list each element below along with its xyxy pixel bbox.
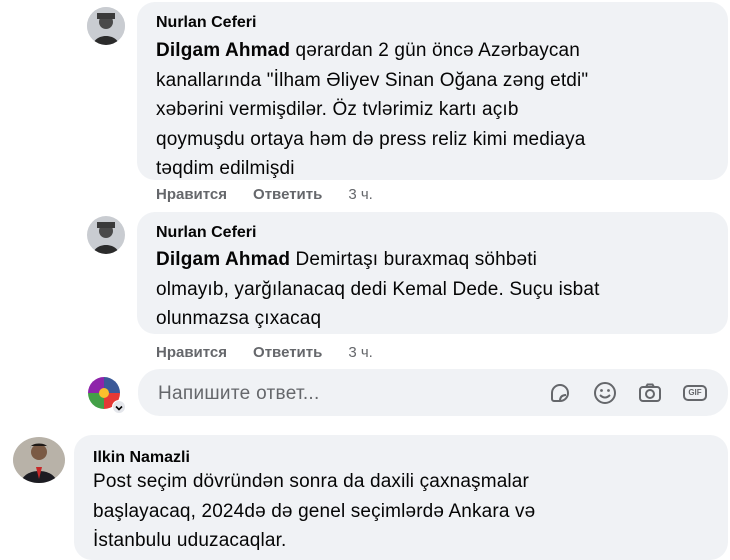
avatar[interactable]: [87, 216, 125, 254]
comment-bubble: Ilkin Namazli Post seçim dövründən sonra…: [74, 435, 728, 560]
reply-button[interactable]: Ответить: [253, 344, 322, 361]
comment-text: Dilgam Ahmad Demirtaşı buraxmaq söhbəti …: [156, 245, 726, 334]
reply-composer: GIF: [138, 369, 728, 418]
comment-line: olmayıb, yarğılanacaq dedi Kemal Dede. S…: [156, 278, 600, 300]
sticker-icon[interactable]: [546, 379, 574, 407]
comment-line: Post seçim dövründən sonra da daxili çax…: [93, 471, 529, 492]
mention-link[interactable]: Dilgam Ahmad: [156, 40, 290, 61]
comment-author[interactable]: Ilkin Namazli: [93, 448, 190, 468]
comment-line: başlayacaq, 2024də də genel seçimlərdə A…: [93, 500, 536, 522]
comment-line: qoymuşdu ortaya həm də press reliz kimi …: [156, 128, 586, 150]
comment-actions: Нравится Ответить 3 ч.: [156, 344, 373, 361]
comment-line: qərardan 2 gün öncə Azərbaycan: [290, 40, 580, 61]
comment-text: Dilgam Ahmad qərardan 2 gün öncə Azərbay…: [156, 36, 726, 184]
comment-author[interactable]: Nurlan Ceferi: [156, 13, 256, 33]
avatar[interactable]: [87, 7, 125, 45]
timestamp[interactable]: 3 ч.: [348, 186, 373, 203]
comment-bubble: Nurlan Ceferi Dilgam Ahmad Demirtaşı bur…: [137, 212, 728, 334]
comment-line: Demirtaşı buraxmaq söhbəti: [290, 249, 538, 270]
camera-icon[interactable]: [636, 379, 664, 407]
gif-label: GIF: [688, 388, 702, 397]
mention-link[interactable]: Dilgam Ahmad: [156, 249, 290, 270]
comment-actions: Нравится Ответить 3 ч.: [156, 186, 373, 203]
comment-line: olunmazsa çıxacaq: [156, 308, 322, 329]
comment-line: təqdim edilmişdi: [156, 158, 295, 179]
current-user-avatar[interactable]: [87, 376, 126, 414]
chevron-down-icon[interactable]: [112, 400, 126, 414]
like-button[interactable]: Нравится: [156, 186, 227, 203]
like-button[interactable]: Нравится: [156, 344, 227, 361]
gif-icon[interactable]: GIF: [681, 379, 709, 407]
comment-author[interactable]: Nurlan Ceferi: [156, 223, 256, 243]
comment-line: İstanbulu uduzacaqlar.: [93, 530, 287, 551]
comment-bubble: Nurlan Ceferi Dilgam Ahmad qərardan 2 gü…: [137, 2, 728, 180]
timestamp[interactable]: 3 ч.: [348, 344, 373, 361]
emoji-icon[interactable]: [591, 379, 619, 407]
comment-text: Post seçim dövründən sonra da daxili çax…: [93, 467, 723, 556]
avatar[interactable]: [13, 437, 65, 483]
comment-line: xəbərini vermişdilər. Öz tvlərimiz kartı…: [156, 99, 519, 120]
comment-line: kanallarında "İlham Əliyev Sinan Oğana z…: [156, 69, 589, 91]
reply-button[interactable]: Ответить: [253, 186, 322, 203]
reply-input[interactable]: [156, 369, 540, 418]
